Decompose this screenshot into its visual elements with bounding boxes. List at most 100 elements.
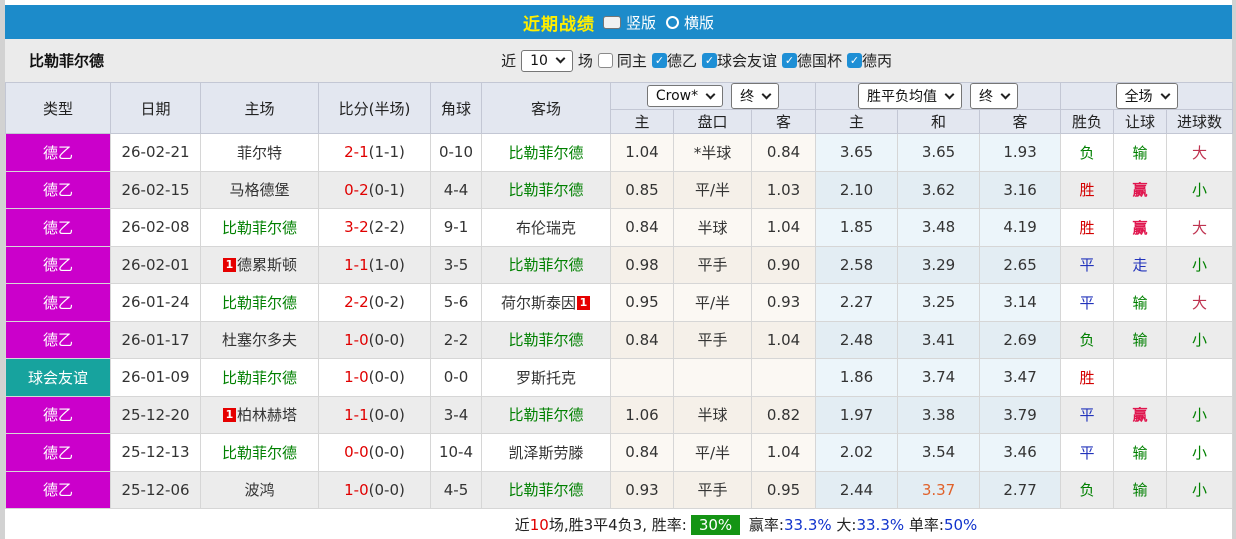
summary-text: 近 xyxy=(514,515,530,534)
fulltime-score: 2-2 xyxy=(344,293,369,312)
odds-away-cell: 1.04 xyxy=(750,433,817,472)
handicap-result-cell: 赢 xyxy=(1113,208,1168,247)
view-mode-option-1[interactable]: 横版 xyxy=(666,12,714,33)
result-cell: 平 xyxy=(1060,245,1115,284)
odds-period-select[interactable]: 终 xyxy=(731,83,780,109)
recent-results-header-bar: 近期战绩 竖版 横版 xyxy=(5,5,1232,39)
odds-away-cell: 1.03 xyxy=(750,170,817,209)
date-cell: 25-12-06 xyxy=(110,470,201,509)
page-title: 近期战绩 xyxy=(522,14,595,35)
col-header-date: 日期 xyxy=(110,82,201,134)
handicap-result-cell: 输 xyxy=(1113,433,1168,472)
odds-home-cell xyxy=(610,358,674,397)
odds-line-cell: 平手 xyxy=(673,470,752,509)
score-cell: 1-0(0-0) xyxy=(318,470,431,509)
mean-away-cell: 3.14 xyxy=(979,283,1062,322)
table-row: 德乙 26-02-08 比勒菲尔德 3-2(2-2) 9-1 布伦瑞克 0.84… xyxy=(5,208,1234,247)
table-row: 德乙 26-02-01 1 德累斯顿 1-1(1-0) 3-5 比勒菲尔德 0.9… xyxy=(5,245,1234,284)
corner-cell: 3-4 xyxy=(430,395,482,434)
table-row: 德乙 26-02-21 菲尔特 2-1(1-1) 0-10 比勒菲尔德 1.04… xyxy=(5,133,1234,172)
score-cell: 1-1(1-0) xyxy=(318,245,431,284)
col-header-home: 主场 xyxy=(200,82,319,134)
recent-prefix-label: 近 xyxy=(501,52,517,70)
team-name-text: 布伦瑞克 xyxy=(515,218,576,237)
mean-period-select[interactable]: 终 xyxy=(970,83,1019,109)
league-type-cell: 德乙 xyxy=(5,320,111,359)
corner-cell: 0-0 xyxy=(430,358,482,397)
halftime-score: (2-2) xyxy=(368,218,405,237)
mean-draw-cell: 3.25 xyxy=(897,283,981,322)
home-team-cell: 1 柏林赫塔 xyxy=(200,395,319,434)
mean-away-cell: 3.46 xyxy=(979,433,1062,472)
fulltime-score: 1-0 xyxy=(344,480,369,499)
radio-unselected-icon[interactable] xyxy=(666,15,679,29)
chevron-down-icon xyxy=(555,53,566,64)
checkbox-label: 德乙 xyxy=(666,52,697,70)
odds-home-cell: 0.93 xyxy=(610,470,674,509)
goals-result-cell: 小 xyxy=(1166,245,1234,284)
checkbox-german-cup[interactable]: ✓ xyxy=(781,53,797,68)
checkbox-league-de3[interactable]: ✓ xyxy=(846,53,862,68)
mean-home-cell: 2.48 xyxy=(815,320,899,359)
mean-draw-cell: 3.38 xyxy=(897,395,981,434)
filter-item-league-de3: ✓ 德丙 xyxy=(846,50,892,71)
league-type-cell: 德乙 xyxy=(5,433,111,472)
view-mode-option-0[interactable]: 竖版 xyxy=(602,12,656,33)
odds-away-cell: 1.04 xyxy=(750,208,817,247)
red-card-badge: 1 xyxy=(222,408,236,423)
home-team-cell: 1 德累斯顿 xyxy=(200,245,319,284)
team-name-text: 比勒菲尔德 xyxy=(508,256,584,275)
corner-cell: 2-2 xyxy=(430,320,482,359)
subcol-goals: 进球数 xyxy=(1166,109,1234,134)
summary-text: 场,胜3平4负3, 胜率: xyxy=(548,515,687,534)
mean-home-cell: 2.58 xyxy=(815,245,899,284)
league-type-cell: 德乙 xyxy=(5,395,111,434)
chevron-down-icon xyxy=(944,89,955,99)
team-name-text: 比勒菲尔德 xyxy=(508,481,584,500)
filter-item-league-de2: ✓ 德乙 xyxy=(651,50,697,71)
subcol-mean-draw: 和 xyxy=(897,109,981,134)
checkbox-label: 同主 xyxy=(616,52,647,70)
radio-selected-icon[interactable] xyxy=(602,15,621,29)
odds-line-cell: 平/半 xyxy=(673,170,752,209)
league-type-cell: 德乙 xyxy=(5,245,111,284)
mean-away-cell: 3.16 xyxy=(979,170,1062,209)
mean-home-cell: 2.10 xyxy=(815,170,899,209)
summary-text: 大: xyxy=(831,515,857,534)
win-rate-badge: 30% xyxy=(690,514,741,535)
checkbox-league-de2[interactable]: ✓ xyxy=(651,53,667,68)
view-mode-label: 竖版 xyxy=(625,13,656,32)
odds-line-cell: *半球 xyxy=(673,133,752,172)
result-cell: 平 xyxy=(1060,283,1115,322)
mean-draw-cell: 3.37 xyxy=(897,470,981,509)
results-body: 德乙 26-02-21 菲尔特 2-1(1-1) 0-10 比勒菲尔德 1.04… xyxy=(5,133,1234,509)
home-team-cell: 比勒菲尔德 xyxy=(200,358,319,397)
halftime-score: (1-1) xyxy=(368,143,405,162)
date-cell: 26-02-01 xyxy=(110,245,201,284)
away-team-cell: 比勒菲尔德 xyxy=(481,245,611,284)
mean-home-cell: 1.86 xyxy=(815,358,899,397)
mean-draw-cell: 3.41 xyxy=(897,320,981,359)
mean-metric-select[interactable]: 胜平负均值 xyxy=(858,83,963,109)
away-team-cell: 比勒菲尔德 xyxy=(481,320,611,359)
table-row: 德乙 26-02-15 马格德堡 0-2(0-1) 4-4 比勒菲尔德 0.85… xyxy=(5,170,1234,209)
halftime-score: (0-1) xyxy=(368,180,405,199)
table-row: 德乙 26-01-24 比勒菲尔德 2-2(0-2) 5-6 荷尔斯泰因 1 0.… xyxy=(5,283,1234,322)
bookmaker-select[interactable]: Crow* xyxy=(646,85,724,107)
scope-select[interactable]: 全场 xyxy=(1115,83,1178,109)
chevron-down-icon xyxy=(1160,89,1171,99)
checkbox-club-friendly[interactable]: ✓ xyxy=(701,53,717,68)
team-name-text: 比勒菲尔德 xyxy=(508,406,584,425)
goals-result-cell: 小 xyxy=(1166,433,1234,472)
handicap-result-cell xyxy=(1113,358,1168,397)
team-name-text: 比勒菲尔德 xyxy=(221,218,297,237)
corner-cell: 4-5 xyxy=(430,470,482,509)
score-cell: 2-1(1-1) xyxy=(318,133,431,172)
result-cell: 胜 xyxy=(1060,358,1115,397)
handicap-result-cell: 输 xyxy=(1113,133,1168,172)
checkbox-same-home[interactable] xyxy=(597,53,613,68)
checkbox-label: 德丙 xyxy=(861,52,892,70)
score-cell: 1-1(0-0) xyxy=(318,395,431,434)
halftime-score: (0-0) xyxy=(368,480,405,499)
match-count-select[interactable]: 10 xyxy=(521,49,573,72)
